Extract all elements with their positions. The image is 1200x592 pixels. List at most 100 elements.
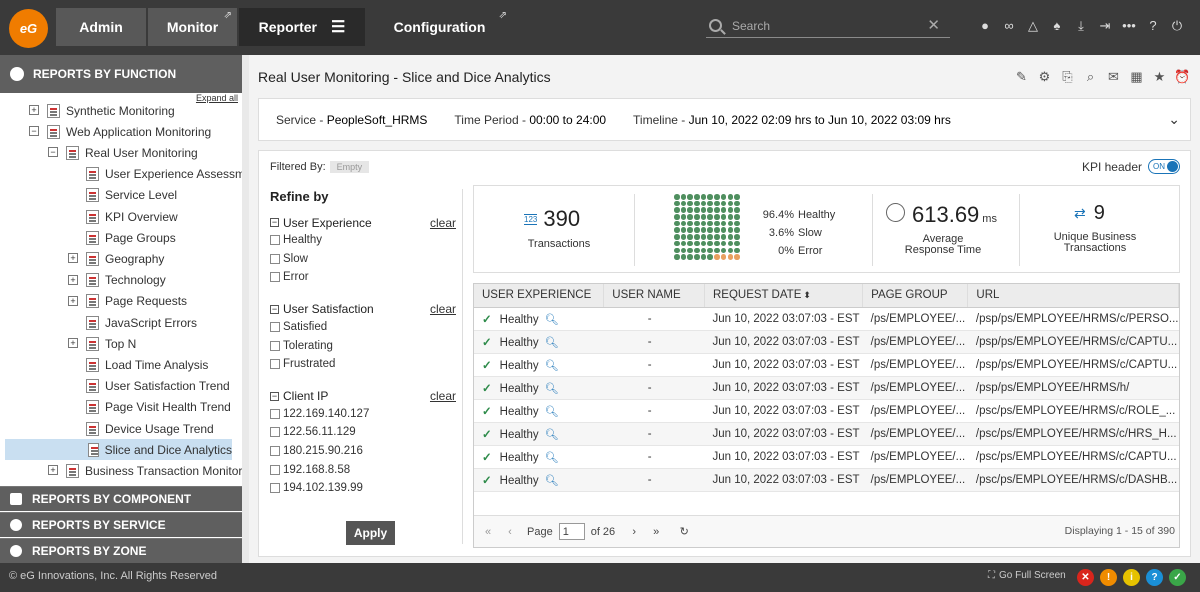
cell-page-group[interactable]: /ps/EMPLOYEE/... [862,353,968,377]
tree-item[interactable]: Device Usage Trend [86,418,214,439]
collapse-icon[interactable]: − [270,391,279,401]
column-url[interactable]: URL [967,284,1179,308]
clear-filter-link[interactable]: clear [430,302,456,316]
filter-checkbox[interactable] [270,446,280,457]
search-input[interactable]: Search ✕ [706,14,950,38]
expand-icon[interactable]: + [48,465,58,476]
collapse-icon[interactable]: − [270,304,279,314]
column-request-date[interactable]: REQUEST DATE ⬍ [704,284,864,308]
tree-item[interactable]: Slice and Dice Analytics [5,439,232,461]
kpi-header-toggle[interactable]: ON [1148,159,1180,174]
tree-item[interactable]: + Top N [68,333,136,354]
tab-reporter[interactable]: Reporter ☰ [239,8,365,46]
search-icon[interactable]: 🔍︎ [545,360,559,372]
external-link-icon[interactable]: ⇗ [224,10,232,21]
tree-item[interactable]: Service Level [86,185,177,206]
clear-search-icon[interactable]: ✕ [927,16,940,34]
filter-option[interactable]: Frustrated [270,355,456,374]
cell-page-group[interactable]: /ps/EMPLOYEE/... [862,399,968,423]
collapse-icon[interactable]: − [48,147,58,158]
external-link-icon[interactable]: ⇗ [499,10,507,21]
filter-option[interactable]: Tolerating [270,336,456,355]
expand-icon[interactable]: + [29,105,39,115]
filter-option[interactable]: Healthy [270,231,456,250]
filter-option[interactable]: 180.215.90.216 [270,442,456,461]
search-icon[interactable]: 🔍︎ [545,337,559,349]
tree-item[interactable]: + Technology [68,270,166,291]
go-full-screen-button[interactable]: ⛶ Go Full Screen [988,570,1066,581]
filter-option[interactable]: Error [270,268,456,287]
tree-item[interactable]: User Satisfaction Trend [86,376,230,397]
reports-by-function-header[interactable]: REPORTS BY FUNCTION [0,55,242,93]
tree-item[interactable]: KPI Overview [86,206,178,227]
cell-url[interactable]: /psc/ps/EMPLOYEE/HRMS/c/CAPTU... [967,445,1179,469]
table-row[interactable]: ✓ Healthy 🔍︎ - Jun 10, 2022 03:07:03 - EST/p… [474,445,1179,469]
cell-page-group[interactable]: /ps/EMPLOYEE/... [862,330,968,354]
last-page-icon[interactable]: » [645,526,667,538]
column-user-experience[interactable]: USER EXPERIENCE [474,284,605,308]
apply-button[interactable]: Apply [346,521,395,545]
excel-icon[interactable]: ▦ [1125,69,1148,85]
column-user-name[interactable]: USER NAME [603,284,705,308]
tree-item[interactable]: Load Time Analysis [86,354,208,375]
cell-url[interactable]: /psc/ps/EMPLOYEE/HRMS/c/ROLE_... [967,399,1179,423]
tree-item[interactable]: Page Groups [86,227,176,248]
search-icon[interactable]: 🔍︎ [545,452,559,464]
cell-page-group[interactable]: /ps/EMPLOYEE/... [862,376,968,400]
tree-item[interactable]: + Page Requests [68,291,187,312]
filter-checkbox[interactable] [270,322,280,333]
tab-configuration[interactable]: Configuration ⇗ [367,8,512,46]
hamburger-menu-icon[interactable]: ☰ [331,17,345,37]
chevron-down-icon[interactable]: ⌄ [1168,111,1180,128]
expand-icon[interactable]: + [68,295,78,306]
cell-url[interactable]: /psp/ps/EMPLOYEE/HRMS/c/PERSO... [967,307,1179,331]
search-icon[interactable]: 🔍︎ [545,383,559,395]
filter-option[interactable]: 192.168.8.58 [270,460,456,479]
alert-icon[interactable]: △ [1021,18,1045,34]
first-page-icon[interactable]: « [477,526,499,538]
edit-report-icon[interactable]: ✎ [1010,69,1033,85]
link-icon[interactable]: ∞ [997,18,1021,34]
cell-url[interactable]: /psc/ps/EMPLOYEE/HRMS/c/DASHB... [967,468,1179,492]
tree-item[interactable]: + Geography [68,248,164,269]
cell-url[interactable]: /psp/ps/EMPLOYEE/HRMS/c/CAPTU... [967,353,1179,377]
cell-page-group[interactable]: /ps/EMPLOYEE/... [862,422,968,446]
cell-url[interactable]: /psc/ps/EMPLOYEE/HRMS/c/HRS_H... [967,422,1179,446]
tab-admin[interactable]: Admin [56,8,146,46]
search-icon[interactable]: 🔍︎ [545,314,559,326]
reports-by-zone-section[interactable]: REPORTS BY ZONE [0,538,242,563]
cell-url[interactable]: /psp/ps/EMPLOYEE/HRMS/h/ [967,376,1179,400]
unknown-alarm-icon[interactable]: ? [1146,569,1163,586]
more-icon[interactable]: ••• [1117,18,1141,34]
expand-icon[interactable]: + [68,253,78,264]
power-icon[interactable]: ⏻ [1165,18,1189,34]
sort-icon[interactable]: ⬍ [803,290,811,300]
search-icon[interactable]: 🔍︎ [545,406,559,418]
collapse-icon[interactable]: − [270,218,279,227]
page-number-input[interactable]: 1 [558,523,585,540]
expand-icon[interactable]: + [68,274,78,285]
tree-item[interactable]: − Web Application Monitoring [29,121,211,142]
cell-page-group[interactable]: /ps/EMPLOYEE/... [862,445,968,469]
table-row[interactable]: ✓ Healthy 🔍︎ - Jun 10, 2022 03:07:03 - EST/p… [474,399,1179,423]
table-row[interactable]: ✓ Healthy 🔍︎ - Jun 10, 2022 03:07:03 - EST/p… [474,330,1179,354]
filter-option[interactable]: Satisfied [270,318,456,337]
download-icon[interactable]: ⤓ [1069,18,1093,34]
filter-checkbox[interactable] [270,483,280,494]
filter-checkbox[interactable] [270,408,280,419]
cell-url[interactable]: /psp/ps/EMPLOYEE/HRMS/c/CAPTU... [967,330,1179,354]
favorite-star-icon[interactable]: ★ [1148,69,1171,85]
search-icon[interactable]: 🔍︎ [545,475,559,487]
filter-option[interactable]: 194.102.139.99 [270,479,456,498]
filter-checkbox[interactable] [270,359,280,370]
tree-item[interactable]: User Experience Assessm [86,164,242,185]
filter-checkbox[interactable] [270,427,280,438]
collapse-icon[interactable]: − [29,126,39,137]
tree-item[interactable]: − Real User Monitoring [48,142,198,163]
critical-alarm-icon[interactable]: ✕ [1077,569,1094,586]
table-row[interactable]: ✓ Healthy 🔍︎ - Jun 10, 2022 03:07:03 - EST/p… [474,468,1179,492]
table-row[interactable]: ✓ Healthy 🔍︎ - Jun 10, 2022 03:07:03 - EST/p… [474,422,1179,446]
search-icon[interactable]: 🔍︎ [545,429,559,441]
tree-item[interactable]: + Business Transaction Monitor [48,460,242,481]
expand-icon[interactable]: + [68,338,78,349]
